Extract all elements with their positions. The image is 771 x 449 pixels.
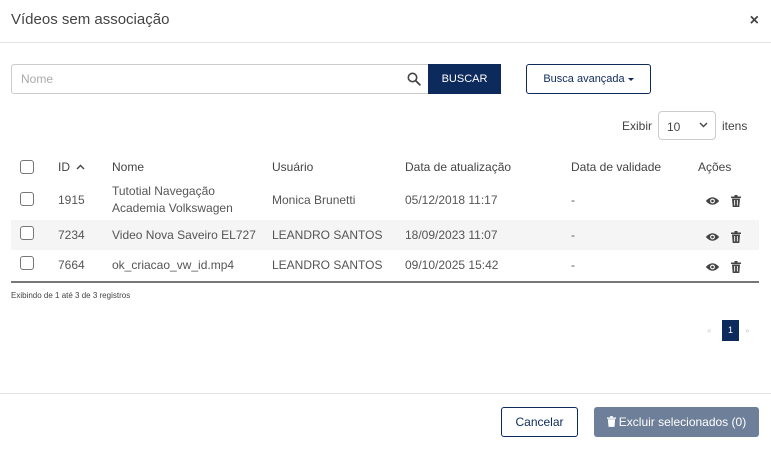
row-updated: 05/12/2018 11:17 <box>405 193 498 207</box>
eye-icon[interactable] <box>705 262 720 272</box>
eye-icon[interactable] <box>705 196 720 206</box>
search-button[interactable]: BUSCAR <box>428 64 501 94</box>
row-validity: - <box>571 228 575 242</box>
search-input[interactable] <box>12 65 402 93</box>
column-header-validity[interactable]: Data de validade <box>571 160 661 174</box>
advanced-search-label: Busca avançada <box>543 73 625 85</box>
row-validity: - <box>571 193 575 207</box>
trash-icon[interactable] <box>731 231 741 243</box>
row-id: 1915 <box>58 193 85 207</box>
select-all-checkbox[interactable] <box>20 160 34 174</box>
trash-icon <box>606 416 616 427</box>
caret-down-icon <box>627 77 634 81</box>
table-row: 7234 Video Nova Saveiro EL727 LEANDRO SA… <box>11 220 759 250</box>
page-size-suffix: itens <box>722 119 748 133</box>
page-size-value: 10 <box>667 120 681 134</box>
delete-selected-label: Excluir selecionados (0) <box>618 415 747 429</box>
table-header: ID Nome Usuário Data de atualização Data… <box>11 152 759 182</box>
row-id: 7234 <box>58 228 85 242</box>
search-icon[interactable] <box>407 72 421 86</box>
row-updated: 18/09/2023 11:07 <box>405 228 498 242</box>
close-icon[interactable]: × <box>750 13 759 29</box>
search-field <box>11 64 429 94</box>
table-row: 7664 ok_criacao_vw_id.mp4 LEANDRO SANTOS… <box>11 250 759 281</box>
row-checkbox[interactable] <box>20 256 34 270</box>
column-header-id[interactable]: ID <box>58 160 85 174</box>
row-name: Video Nova Saveiro EL727 <box>112 228 256 242</box>
row-name-line-2: Academia Volkswagen <box>112 201 233 215</box>
chevron-down-icon <box>699 122 708 128</box>
column-header-name[interactable]: Nome <box>112 160 144 174</box>
modal-header: Vídeos sem associação × <box>0 0 771 43</box>
cancel-button[interactable]: Cancelar <box>501 407 578 437</box>
column-header-actions: Ações <box>698 160 732 174</box>
trash-icon[interactable] <box>731 261 741 273</box>
row-id: 7664 <box>58 258 85 272</box>
column-header-id-label: ID <box>58 160 70 174</box>
row-user: Monica Brunetti <box>272 193 356 207</box>
table-divider <box>11 281 759 283</box>
page-size-label: Exibir <box>622 119 653 133</box>
delete-selected-button[interactable]: Excluir selecionados (0) <box>594 407 759 437</box>
column-header-user[interactable]: Usuário <box>272 160 313 174</box>
row-user: LEANDRO SANTOS <box>272 228 383 242</box>
trash-icon[interactable] <box>731 195 741 207</box>
row-validity: - <box>571 258 575 272</box>
row-name: ok_criacao_vw_id.mp4 <box>112 258 235 272</box>
pagination-prev[interactable]: « <box>707 326 711 335</box>
row-name-line-1: Tutotial Navegação <box>112 184 215 198</box>
eye-icon[interactable] <box>705 232 720 242</box>
sort-ascending-icon <box>76 164 85 170</box>
row-checkbox[interactable] <box>20 192 34 206</box>
row-updated: 09/10/2025 15:42 <box>405 258 499 272</box>
modal-footer-divider <box>0 393 771 394</box>
advanced-search-button[interactable]: Busca avançada <box>526 64 651 94</box>
row-checkbox[interactable] <box>20 226 34 240</box>
records-info: Exibindo de 1 até 3 de 3 registros <box>11 291 131 300</box>
page-size-select[interactable]: 10 <box>658 111 716 140</box>
row-user: LEANDRO SANTOS <box>272 258 383 272</box>
pagination-page-1[interactable]: 1 <box>722 320 739 341</box>
column-header-updated[interactable]: Data de atualização <box>405 160 511 174</box>
modal-title: Vídeos sem associação <box>11 11 170 28</box>
pagination-next[interactable]: » <box>745 326 749 335</box>
table-row: 1915 Tutotial Navegação Academia Volkswa… <box>11 182 759 220</box>
